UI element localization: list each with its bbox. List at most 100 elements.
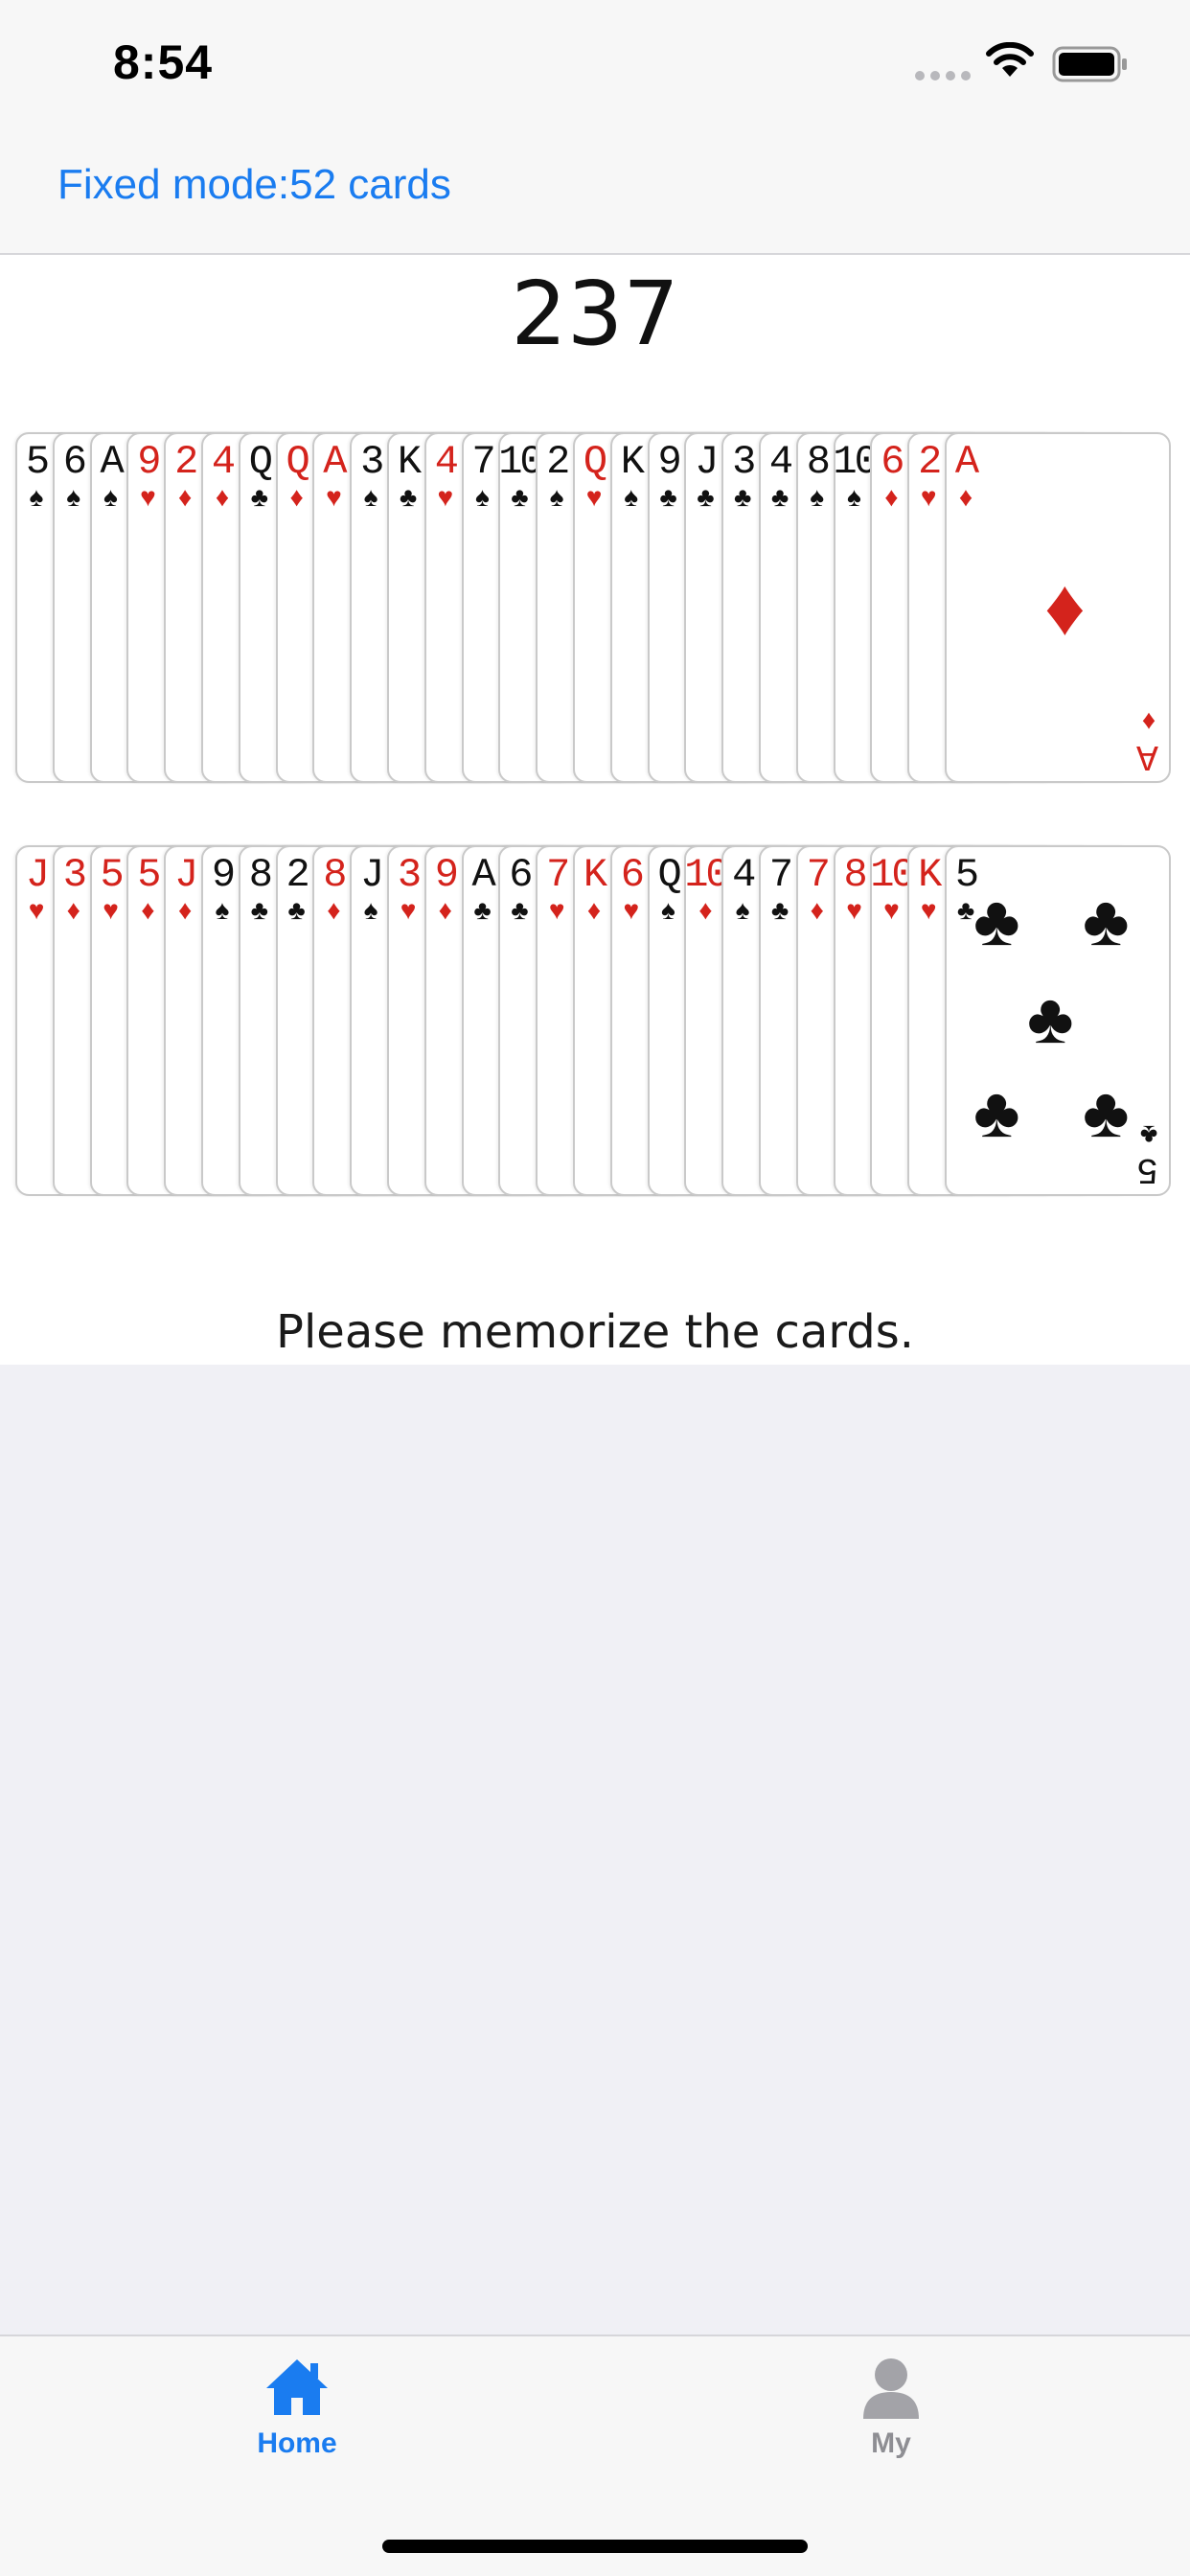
card-corner-index: 10 ♠ — [833, 442, 878, 511]
card-suit-icon: ♦ — [178, 482, 193, 512]
card-rank: 10 — [833, 439, 878, 485]
card-corner-index: A ♦ — [951, 442, 980, 511]
card-rank: 8 — [806, 439, 831, 485]
card-rank: 7 — [471, 439, 495, 485]
card-corner-index: 8 ♠ — [803, 442, 832, 511]
card-pip-icon: ♣ — [973, 1072, 1020, 1152]
card-rank: 7 — [546, 852, 570, 898]
card-suit-icon: ♣ — [250, 482, 268, 512]
card-corner-index: 7 ♥ — [542, 855, 571, 924]
card-corner-index: J ♥ — [22, 855, 51, 924]
card-corner-index: 2 ♦ — [171, 442, 199, 511]
card-suit-icon: ♥ — [326, 482, 342, 512]
card-corner-index: 8 ♣ — [245, 855, 274, 924]
card-corner-index: Q ♠ — [654, 855, 683, 924]
card-rank: A — [323, 439, 347, 485]
card-suit-icon: ♣ — [734, 482, 752, 512]
person-icon — [863, 2358, 919, 2419]
card-rank: 5 — [1139, 1148, 1158, 1189]
card-suit-icon: ♠ — [29, 482, 44, 512]
card-suit-icon: ♣ — [287, 895, 306, 925]
card-suit-icon: ♥ — [920, 482, 937, 512]
card-suit-icon: ♠ — [363, 482, 378, 512]
tab-my-label: My — [871, 2427, 911, 2459]
tab-home[interactable]: Home — [201, 2356, 393, 2460]
card-rank: Q — [657, 852, 681, 898]
tab-my[interactable]: My — [795, 2356, 987, 2460]
card-corner-index: 10 ♣ — [498, 442, 543, 512]
card-corner-index: 7 ♠ — [469, 442, 497, 511]
card-suit-icon: ♠ — [624, 482, 639, 512]
card-rank: 3 — [360, 439, 384, 485]
card-corner-index: 9 ♠ — [208, 855, 237, 924]
home-indicator — [382, 2540, 808, 2553]
card-suit-icon: ♦ — [1141, 707, 1156, 737]
card-corner-index: 3 ♦ — [59, 855, 88, 924]
card-corner-index-rotated: 5 ♣ — [1134, 1120, 1163, 1189]
card-corner-index: J ♦ — [171, 855, 199, 924]
card-rank: K — [583, 852, 607, 898]
card-suit-icon: ♥ — [920, 895, 937, 925]
card-corner-index: 6 ♠ — [59, 442, 88, 511]
card-corner-index: 6 ♦ — [877, 442, 905, 511]
card-suit-icon: ♠ — [103, 482, 119, 512]
card-corner-index: 3 ♥ — [394, 855, 423, 924]
card-rank: 7 — [768, 852, 793, 898]
card-corner-index: 9 ♣ — [654, 442, 683, 511]
mode-title-link[interactable]: Fixed mode:52 cards — [57, 161, 451, 209]
card-corner-index: 9 ♥ — [133, 442, 162, 511]
card-suit-icon: ♥ — [140, 482, 156, 512]
card-rank: 2 — [918, 439, 942, 485]
card-rank: 2 — [546, 439, 570, 485]
card-rank: J — [695, 439, 719, 485]
card-suit-icon: ♠ — [810, 482, 825, 512]
card-rank: A — [1139, 735, 1158, 776]
card-suit-icon: ♠ — [735, 895, 750, 925]
card-rank: A — [471, 852, 495, 898]
card-rank: 9 — [211, 852, 236, 898]
card-row-2: J ♥ 3 ♦ 5 ♥ 5 ♦ J ♦ 9 ♠ 8 ♣ 2 ♣ 8 ♦ J ♠ 3 ♥ 9 ♦ A ♣ 6 ♣ 7 ♥ K ♦ 6 ♥ Q ♠ 10 ♦ 4… — [15, 845, 1175, 1198]
card-suit-icon: ♠ — [661, 895, 676, 925]
playing-card: 5 ♣ ♣ ♣ ♣ ♣ ♣ 5 ♣ — [945, 845, 1171, 1196]
card-corner-index: Q ♥ — [580, 442, 608, 511]
instruction-text: Please memorize the cards. — [276, 1305, 914, 1359]
card-rank: Q — [583, 439, 607, 485]
card-rank: 8 — [323, 852, 347, 898]
app-screen: 8:54 Fixed mode:52 cards 237 5 ♠ 6 ♠ A ♠ 9 ♥ 2 ♦ 4… — [0, 0, 1190, 2576]
card-rank: 10 — [498, 439, 543, 485]
card-suit-icon: ♣ — [697, 482, 715, 512]
card-suit-icon: ♣ — [511, 895, 529, 925]
card-suit-icon: ♦ — [438, 895, 452, 925]
card-rank: 5 — [100, 852, 124, 898]
card-corner-index: K ♣ — [394, 442, 423, 511]
card-suit-icon: ♣ — [1139, 1120, 1158, 1150]
card-corner-index: 2 ♠ — [542, 442, 571, 511]
card-corner-index: 3 ♣ — [728, 442, 757, 511]
card-suit-icon: ♠ — [66, 482, 81, 512]
card-corner-index: A ♠ — [97, 442, 126, 511]
card-row-1: 5 ♠ 6 ♠ A ♠ 9 ♥ 2 ♦ 4 ♦ Q ♣ Q ♦ A ♥ 3 ♠ K ♣ 4 ♥ 7 ♠ 10 ♣ 2 ♠ Q ♥ K ♠ 9 ♣ J ♣ 3… — [15, 432, 1175, 785]
card-rank: 10 — [684, 852, 729, 898]
cellular-signal-icon — [915, 71, 971, 80]
card-suit-icon: ♣ — [659, 482, 677, 512]
memorization-area: 237 5 ♠ 6 ♠ A ♠ 9 ♥ 2 ♦ 4 ♦ Q ♣ Q ♦ A ♥ 3 ♠ K ♣ 4 ♥ 7 ♠ 10 ♣ 2 ♠ Q ♥ K ♠ 9… — [0, 255, 1190, 1365]
card-corner-index: 8 ♥ — [840, 855, 869, 924]
card-rank: 3 — [62, 852, 87, 898]
card-rank: 5 — [137, 852, 161, 898]
card-suit-icon: ♦ — [66, 895, 80, 925]
card-pip-icon: ♣ — [973, 881, 1020, 960]
card-rank: 9 — [434, 852, 459, 898]
card-corner-index: Q ♣ — [245, 442, 274, 511]
card-suit-icon: ♣ — [770, 482, 790, 512]
card-rank: K — [397, 439, 422, 485]
card-suit-icon: ♣ — [511, 482, 529, 512]
card-rank: A — [100, 439, 124, 485]
card-rank: 8 — [843, 852, 867, 898]
card-corner-index: 10 ♦ — [684, 855, 729, 924]
card-corner-index: 8 ♦ — [319, 855, 348, 924]
card-pip-icon: ♣ — [1027, 978, 1074, 1058]
card-suit-icon: ♦ — [178, 895, 193, 925]
card-corner-index: 7 ♦ — [803, 855, 832, 924]
card-suit-icon: ♦ — [810, 895, 824, 925]
card-rank: Q — [286, 439, 309, 485]
